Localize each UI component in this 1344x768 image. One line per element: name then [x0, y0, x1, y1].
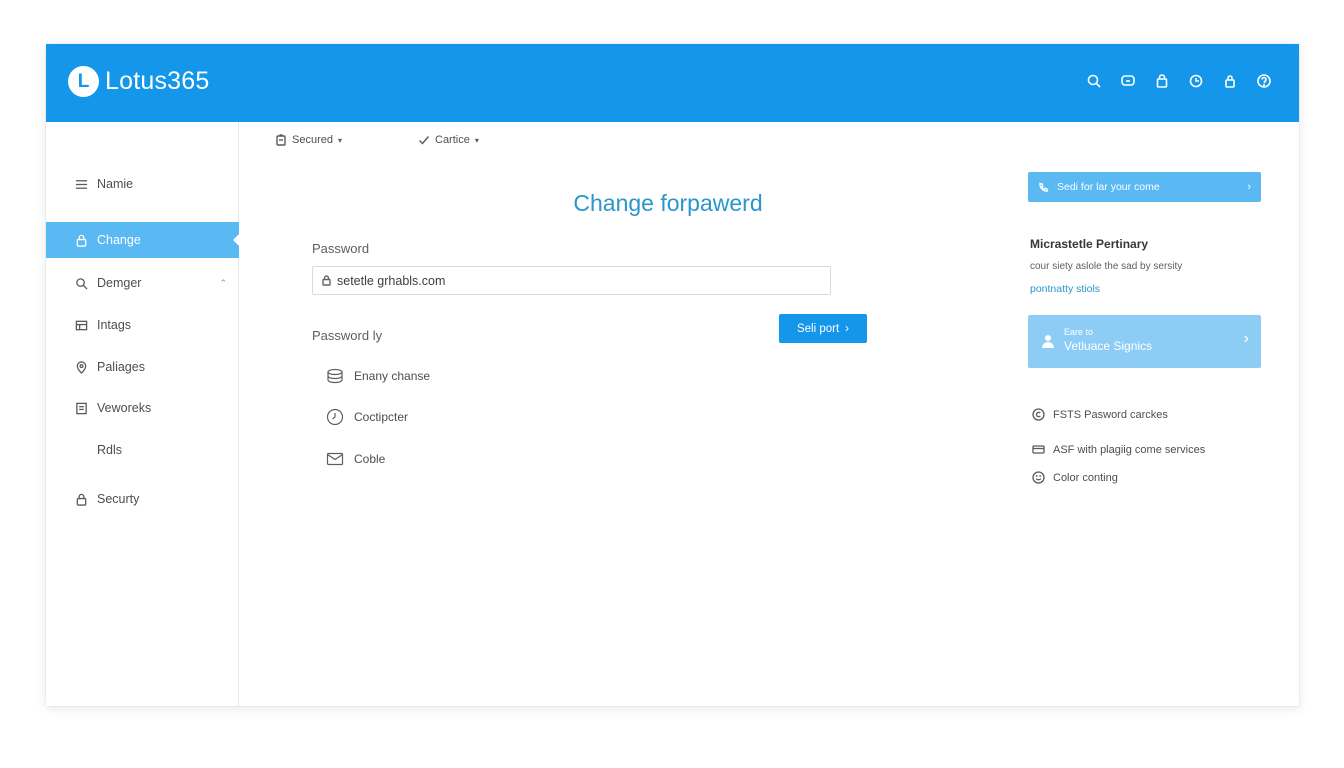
- sidebar-item-securty[interactable]: Securty: [46, 481, 239, 517]
- promo-banner-text: Sedi for lar your come: [1057, 181, 1160, 193]
- chevron-right-icon: ›: [1247, 181, 1251, 193]
- password-field[interactable]: [312, 266, 831, 295]
- chevron-down-icon: ▾: [337, 135, 342, 145]
- app-name: Lotus365: [105, 67, 210, 95]
- top-header: L Lotus365: [46, 44, 1299, 122]
- help-icon[interactable]: [1255, 72, 1273, 90]
- feature-label: Color conting: [1053, 471, 1118, 484]
- lock-icon: [74, 492, 88, 506]
- chevron-up-icon[interactable]: ⌃: [219, 278, 227, 289]
- search-icon[interactable]: [1085, 72, 1103, 90]
- promo-card[interactable]: Eare to Vetluace Signics ›: [1028, 315, 1261, 368]
- chat-icon[interactable]: [1119, 72, 1137, 90]
- password-input[interactable]: [337, 273, 817, 288]
- sidebar-item-label: Intags: [97, 318, 132, 332]
- sidebar-item-label: Securty: [97, 492, 140, 506]
- submit-button[interactable]: Seli port ›: [779, 314, 867, 343]
- image-icon: [74, 318, 88, 332]
- header-icons: [1085, 72, 1273, 90]
- document-icon: [74, 401, 88, 415]
- sidebar-item-label: Veworeks: [97, 401, 152, 415]
- copyright-icon: [1032, 408, 1045, 421]
- option-coble[interactable]: Coble: [326, 450, 385, 468]
- promo-card-caption: Eare to: [1064, 327, 1094, 337]
- panel-description: cour siety aslole the sad by sersity: [1030, 261, 1183, 272]
- sidebar-item-intags[interactable]: Intags: [46, 307, 239, 343]
- page-title: Change forpawerd: [573, 190, 763, 216]
- app-window: L Lotus365 Namie Change Demger ⌃ Intags …: [46, 44, 1299, 706]
- clock-icon: [326, 408, 344, 426]
- clock-icon[interactable]: [1187, 72, 1205, 90]
- logo-icon: L: [68, 66, 99, 97]
- smile-icon: [1032, 471, 1045, 484]
- cartice-dropdown[interactable]: Cartice ▾: [418, 134, 479, 146]
- card-icon: [1032, 445, 1045, 454]
- sidebar-item-veworeks[interactable]: Veworeks: [46, 390, 239, 426]
- secured-label: Secured: [292, 134, 333, 146]
- sidebar-item-namie[interactable]: Namie: [46, 166, 239, 202]
- option-label: Enany chanse: [354, 369, 431, 383]
- password-by-label: Password ly: [312, 328, 383, 343]
- chevron-down-icon: ▾: [474, 135, 479, 145]
- lock-icon[interactable]: [1153, 72, 1171, 90]
- menu-icon: [74, 177, 88, 191]
- submit-button-label: Seli port: [796, 322, 840, 335]
- blank-icon: [74, 443, 88, 457]
- option-label: Coble: [354, 452, 386, 466]
- sidebar-item-label: Rdls: [97, 443, 123, 457]
- sidebar-item-label: Change: [97, 233, 141, 247]
- promo-card-title: Vetluace Signics: [1064, 339, 1153, 353]
- panel-link[interactable]: pontnatty stiols: [1030, 283, 1100, 295]
- feature-label: ASF with plagiig come services: [1053, 443, 1206, 456]
- sidebar-item-change[interactable]: Change: [46, 222, 240, 258]
- mail-icon: [326, 452, 344, 466]
- secured-dropdown[interactable]: Secured ▾: [275, 134, 342, 146]
- brand[interactable]: L Lotus365: [68, 66, 209, 97]
- user-icon: [1040, 333, 1056, 349]
- option-coctipcter[interactable]: Coctipcter: [326, 408, 408, 426]
- feature-label: FSTS Pasword carckes: [1053, 408, 1168, 421]
- option-enany-chanse[interactable]: Enany chanse: [326, 367, 430, 385]
- sidebar-item-paliages[interactable]: Paliages: [46, 349, 239, 385]
- chevron-right-icon: ›: [1243, 330, 1249, 347]
- database-icon: [327, 368, 343, 384]
- sidebar-item-demger[interactable]: Demger ⌃: [46, 265, 239, 301]
- sidebar-item-rdls[interactable]: Rdls: [46, 432, 239, 468]
- sidebar: Namie Change Demger ⌃ Intags Paliages Ve…: [46, 122, 240, 706]
- panel-title: Micrastetle Pertinary: [1030, 237, 1149, 251]
- chevron-right-icon: ›: [845, 322, 850, 335]
- location-icon: [74, 360, 88, 374]
- feature-item[interactable]: FSTS Pasword carckes: [1032, 408, 1168, 421]
- search-icon: [74, 276, 88, 290]
- phone-icon: [1039, 182, 1049, 192]
- feature-item[interactable]: ASF with plagiig come services: [1032, 443, 1205, 456]
- promo-banner[interactable]: Sedi for lar your come ›: [1028, 172, 1261, 202]
- password-label: Password: [312, 241, 370, 256]
- cartice-label: Cartice: [435, 134, 470, 146]
- sidebar-item-label: Demger: [97, 276, 142, 290]
- lock-icon: [322, 275, 331, 286]
- check-icon: [419, 136, 430, 145]
- sidebar-item-label: Namie: [97, 177, 134, 191]
- feature-item[interactable]: Color conting: [1032, 471, 1118, 484]
- clipboard-icon: [276, 134, 286, 146]
- lock-icon[interactable]: [1221, 72, 1239, 90]
- lock-icon: [74, 233, 88, 247]
- option-label: Coctipcter: [354, 410, 409, 424]
- sidebar-item-label: Paliages: [97, 360, 145, 374]
